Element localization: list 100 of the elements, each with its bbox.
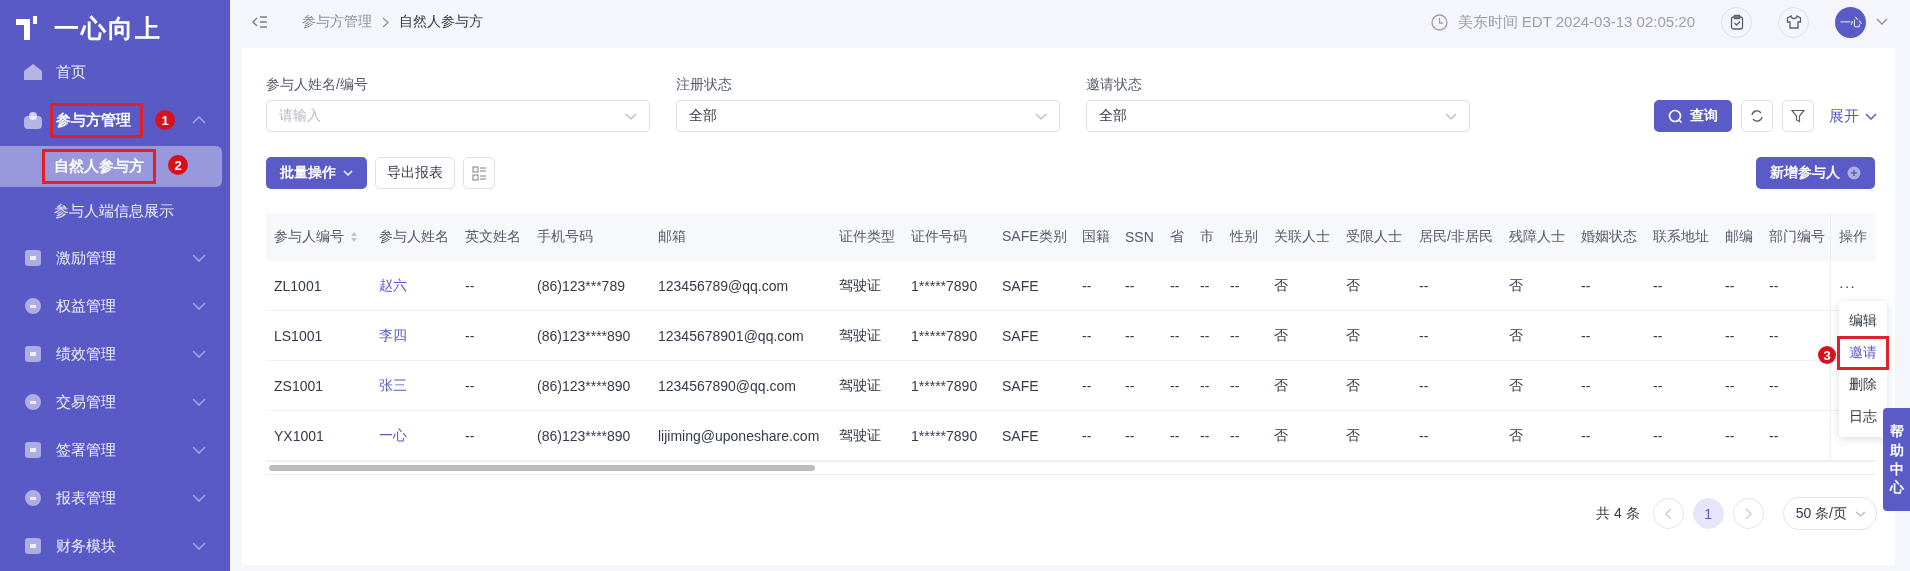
sidebar-item[interactable]: 权益管理 xyxy=(0,282,230,330)
columns-button[interactable] xyxy=(463,157,495,189)
select-field[interactable]: 全部 xyxy=(676,100,1060,132)
chevron-up-icon xyxy=(192,116,206,124)
table-cell-text: -- xyxy=(1199,377,1211,394)
chevron-down-icon xyxy=(1445,112,1457,120)
sidebar-item[interactable]: 绩效管理 xyxy=(0,330,230,378)
table-cell-text: 123456789@qq.com xyxy=(657,277,790,294)
table-cell-text: -- xyxy=(464,327,476,344)
step-badge: 2 xyxy=(168,155,188,175)
add-participant-button[interactable]: 新增参与人 xyxy=(1756,157,1875,189)
table-cell-text: -- xyxy=(1081,427,1093,444)
table-cell-text: -- xyxy=(1768,427,1780,444)
chevron-down-icon xyxy=(1865,112,1877,120)
table-cell-text: -- xyxy=(1580,427,1592,444)
table-cell-text: SAFE xyxy=(1001,327,1040,344)
name-link[interactable]: 张三 xyxy=(371,376,457,395)
table-cell-text: -- xyxy=(1724,377,1736,394)
table-cell-text: SAFE xyxy=(1001,427,1040,444)
column-header: 邮编 xyxy=(1724,228,1754,246)
table-cell-text: 否 xyxy=(1273,426,1289,445)
name-link[interactable]: 李四 xyxy=(371,326,457,345)
breadcrumb[interactable]: 参与方管理 xyxy=(302,13,372,31)
column-header: 手机号码 xyxy=(536,228,594,246)
table-cell-text: -- xyxy=(1124,427,1136,444)
chevron-down-icon[interactable] xyxy=(1876,18,1888,26)
sidebar-item[interactable]: 交易管理 xyxy=(0,378,230,426)
expand-link[interactable]: 展开 xyxy=(1829,106,1877,126)
column-header: 证件类型 xyxy=(838,228,896,246)
chevron-down-icon xyxy=(1855,510,1866,517)
column-header[interactable]: 参与人编号 xyxy=(266,228,371,246)
help-center-tab[interactable]: 帮助中心 xyxy=(1883,408,1910,511)
column-header: 残障人士 xyxy=(1508,228,1566,246)
page-size-select[interactable]: 50 条/页 xyxy=(1782,497,1877,530)
table-cell-text: -- xyxy=(1580,277,1592,294)
chevron-down-icon xyxy=(1035,112,1047,120)
table-cell-text: -- xyxy=(1124,277,1136,294)
table-cell-text: (86)123****890 xyxy=(536,377,632,394)
table-cell-text: 否 xyxy=(1508,426,1524,445)
table-cell-text: 1234567890@qq.com xyxy=(657,377,797,394)
chevron-down-icon xyxy=(192,446,206,454)
search-button[interactable]: 查询 xyxy=(1654,100,1732,132)
table-cell-text: 否 xyxy=(1345,426,1361,445)
table-cell-text: -- xyxy=(464,377,476,394)
chevron-right-icon xyxy=(1744,507,1752,520)
table-cell-text: 12345678901@qq.com xyxy=(657,327,805,344)
chevron-down-icon xyxy=(192,302,206,310)
chevron-down-icon xyxy=(192,398,206,406)
select-field[interactable]: 全部 xyxy=(1086,100,1470,132)
table-cell-text: 否 xyxy=(1273,326,1289,345)
refresh-icon xyxy=(1750,109,1764,123)
table-cell-text: -- xyxy=(1169,277,1181,294)
field-label: 注册状态 xyxy=(676,76,733,94)
sidebar-item[interactable]: 激励管理 xyxy=(0,234,230,282)
name-link[interactable]: 赵六 xyxy=(371,276,457,295)
table-cell-text: -- xyxy=(464,427,476,444)
table-cell-text: 否 xyxy=(1508,276,1524,295)
menu-item[interactable]: 邀请 xyxy=(1839,337,1887,369)
batch-button[interactable]: 批量操作 xyxy=(266,157,367,189)
table-cell-text: -- xyxy=(1768,277,1780,294)
scrollbar[interactable] xyxy=(266,461,1876,475)
filter-button[interactable] xyxy=(1782,100,1814,132)
sidebar-subitem[interactable]: 参与人端信息展示 xyxy=(0,191,222,232)
search-icon xyxy=(1668,108,1683,124)
column-header: SSN xyxy=(1124,229,1155,245)
refresh-button[interactable] xyxy=(1741,100,1773,132)
chevron-down-icon xyxy=(343,170,353,176)
table-cell-text: -- xyxy=(1652,327,1664,344)
column-header: 部门编号 xyxy=(1768,228,1826,246)
table-cell-text: 驾驶证 xyxy=(838,426,882,445)
table-cell-text: 否 xyxy=(1273,376,1289,395)
annotation-box xyxy=(1837,336,1889,370)
sidebar-item[interactable]: 财务模块 xyxy=(0,522,230,570)
export-button[interactable]: 导出报表 xyxy=(375,157,455,189)
column-header: 受限人士 xyxy=(1345,228,1403,246)
logo-text: 一心向上 xyxy=(54,12,162,44)
user-avatar[interactable]: 一心 xyxy=(1835,6,1866,38)
menu-item[interactable]: 删除 xyxy=(1839,369,1887,401)
sidebar-item[interactable]: 报表管理 xyxy=(0,474,230,522)
sidebar-item[interactable]: 首页 xyxy=(0,48,230,96)
sidebar-item[interactable]: 签署管理 xyxy=(0,426,230,474)
table-cell-text: 否 xyxy=(1345,276,1361,295)
chevron-down-icon xyxy=(625,112,637,120)
table-cell-text: 否 xyxy=(1508,326,1524,345)
table-cell-text: -- xyxy=(1081,277,1093,294)
table-cell-text: -- xyxy=(1724,327,1736,344)
sort-icon[interactable] xyxy=(350,231,358,243)
menu-fold-icon[interactable] xyxy=(252,15,268,29)
table-cell-text: 驾驶证 xyxy=(838,276,882,295)
table-cell-text: -- xyxy=(464,277,476,294)
table-cell-text: -- xyxy=(1124,377,1136,394)
house-icon xyxy=(22,61,44,83)
total-count: 共 4 条 xyxy=(1596,504,1640,523)
table-cell-text: -- xyxy=(1580,377,1592,394)
table-cell-text: -- xyxy=(1418,377,1430,394)
field-label: 参与人姓名/编号 xyxy=(266,76,369,94)
page-button[interactable]: 1 xyxy=(1692,498,1724,529)
field-label: 邀请状态 xyxy=(1086,76,1143,94)
time-text: 美东时间 EDT 2024-03-13 02:05:20 xyxy=(1457,12,1695,32)
name-link[interactable]: 一心 xyxy=(371,426,457,445)
